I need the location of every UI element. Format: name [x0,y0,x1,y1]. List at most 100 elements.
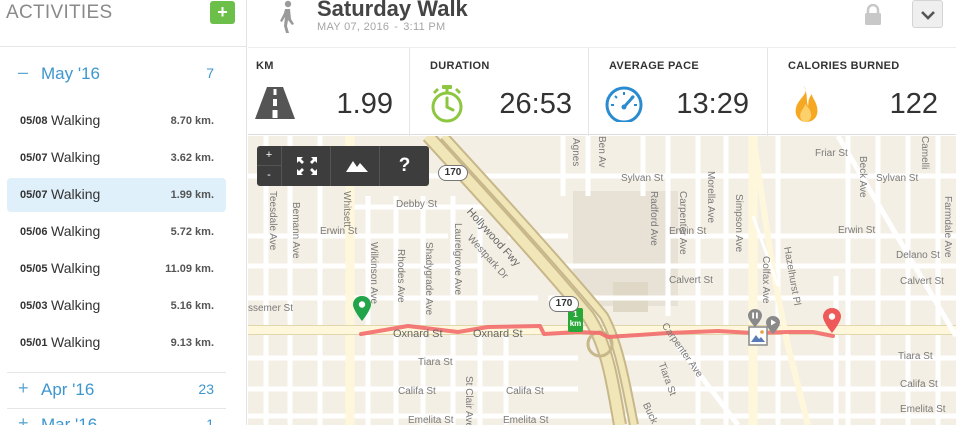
route-map[interactable]: 1 km 170 170 Debby St Erwin St Erwin St … [248,136,956,425]
activity-distance: 5.72 km. [170,226,214,238]
street-label: Carpenter Ave [677,191,688,255]
street-label: Friar St [815,148,848,159]
street-label: Oxnard St [393,328,443,340]
activity-header: Saturday Walk MAY 07, 2016-3:11 PM [248,0,956,47]
terrain-button[interactable] [331,146,380,186]
street-label: ssemer St [248,303,294,314]
month-group-apr[interactable]: + Apr '16 23 [7,372,226,408]
km-marker-unit: km [569,319,582,328]
activity-date: 05/01 [20,337,48,349]
options-dropdown-button[interactable] [912,0,943,28]
stat-value: 1.99 [336,88,393,120]
map-controls: + - ? [257,146,429,186]
street-label: Shadygrade Ave [423,242,434,316]
help-button[interactable]: ? [380,146,429,186]
street-label: St Clair Ave [463,376,474,425]
photo-marker-icon[interactable] [748,326,768,346]
activity-date: 05/05 [20,263,48,275]
resume-marker-icon[interactable] [766,316,780,334]
stat-value: 13:29 [676,88,749,120]
stats-bar: KM 1.99 DURATION 26:53 AVERAGE PACE 13:2… [248,47,956,136]
activity-date: 05/08 [20,115,48,127]
add-activity-button[interactable]: + [210,1,235,24]
sidebar-title: ACTIVITIES [6,2,113,23]
activity-distance: 5.16 km. [170,300,214,312]
month-label: Apr '16 [41,380,95,399]
activity-item-selected[interactable]: 05/07 Walking 1.99 km. [7,178,226,212]
street-label: Erwin St [320,226,358,237]
activity-type: Walking [51,186,101,202]
activity-distance: 1.99 km. [170,189,214,201]
activity-date: 05/06 [20,226,48,238]
stat-distance: KM 1.99 [248,48,410,136]
mountain-icon [346,161,368,172]
stat-label: CALORIES BURNED [788,60,900,72]
lock-icon[interactable] [864,4,882,26]
month-count: 7 [206,65,214,81]
activity-item[interactable]: 05/05 Walking 11.09 km. [7,252,226,286]
stat-duration: DURATION 26:53 [410,48,589,136]
street-label: Erwin St [838,225,876,236]
expand-icon: + [18,378,29,398]
stat-label: DURATION [430,60,490,72]
street-label: Laurelgrove Ave [452,223,463,296]
activity-type: Walking [51,112,101,128]
month-label: May '16 [41,64,100,83]
street-label: Debby St [396,199,438,210]
walking-person-icon [280,0,294,33]
activity-distance: 11.09 km. [165,263,214,275]
activity-item[interactable]: 05/03 Walking 5.16 km. [7,289,226,323]
stopwatch-icon [431,85,463,123]
month-count: 1 [206,416,214,425]
street-label: Califa St [398,386,436,397]
activity-item[interactable]: 05/07 Walking 3.62 km. [7,141,226,175]
zoom-controls: + - [257,146,282,186]
street-label: Farmdale Ave [942,196,953,258]
stat-label: KM [256,60,274,72]
end-marker-icon[interactable] [823,308,841,334]
street-label: Wilkinson Ave [368,242,379,305]
activity-title: Saturday Walk [317,0,468,21]
activity-item[interactable]: 05/06 Walking 5.72 km. [7,215,226,249]
highway-shield: 170 [549,296,579,312]
street-label: Oxnard St [473,328,523,340]
activity-type: Walking [51,149,101,165]
month-count: 23 [198,381,214,397]
datetime-separator: - [394,21,399,33]
activity-type: Walking [51,260,101,276]
activity-datetime: MAY 07, 2016-3:11 PM [317,21,446,33]
activity-distance: 3.62 km. [170,152,214,164]
speedometer-icon [605,86,643,122]
street-label: Rhodes Ave [395,249,406,303]
street-label: Bemann Ave [290,202,301,259]
activity-distance: 9.13 km. [170,337,214,349]
stat-value: 26:53 [499,88,572,120]
month-group-may[interactable]: – May '16 7 [7,56,226,92]
month-group-mar[interactable]: + Mar '16 1 [7,407,226,425]
expand-fullscreen-icon [297,157,317,175]
highway-shield: 170 [438,165,468,181]
street-label: Tiara St [418,357,453,368]
activity-type: Walking [51,334,101,350]
zoom-out-button[interactable]: - [257,166,281,186]
stat-calories: CALORIES BURNED 122 [768,48,956,136]
fullscreen-button[interactable] [282,146,331,186]
street-label: Califa St [506,386,544,397]
activity-type: Walking [51,297,101,313]
pause-marker-icon[interactable] [748,309,762,327]
activity-distance: 8.70 km. [170,115,214,127]
street-label: Ben Av [596,136,607,168]
zoom-in-button[interactable]: + [257,146,281,166]
activity-date: 05/07 [20,152,48,164]
expand-icon: + [18,413,29,425]
street-label: Teesdale Ave [267,191,278,251]
activity-type: Walking [51,223,101,239]
activity-item[interactable]: 05/08 Walking 8.70 km. [7,104,226,138]
street-label: Calvert St [669,275,713,286]
stat-pace: AVERAGE PACE 13:29 [589,48,768,136]
street-label: Sylvan St [621,173,664,184]
activity-date: 05/03 [20,300,48,312]
street-label: Radford Ave [648,191,659,246]
street-label: Camelli [919,136,930,170]
activity-item[interactable]: 05/01 Walking 9.13 km. [7,326,226,360]
